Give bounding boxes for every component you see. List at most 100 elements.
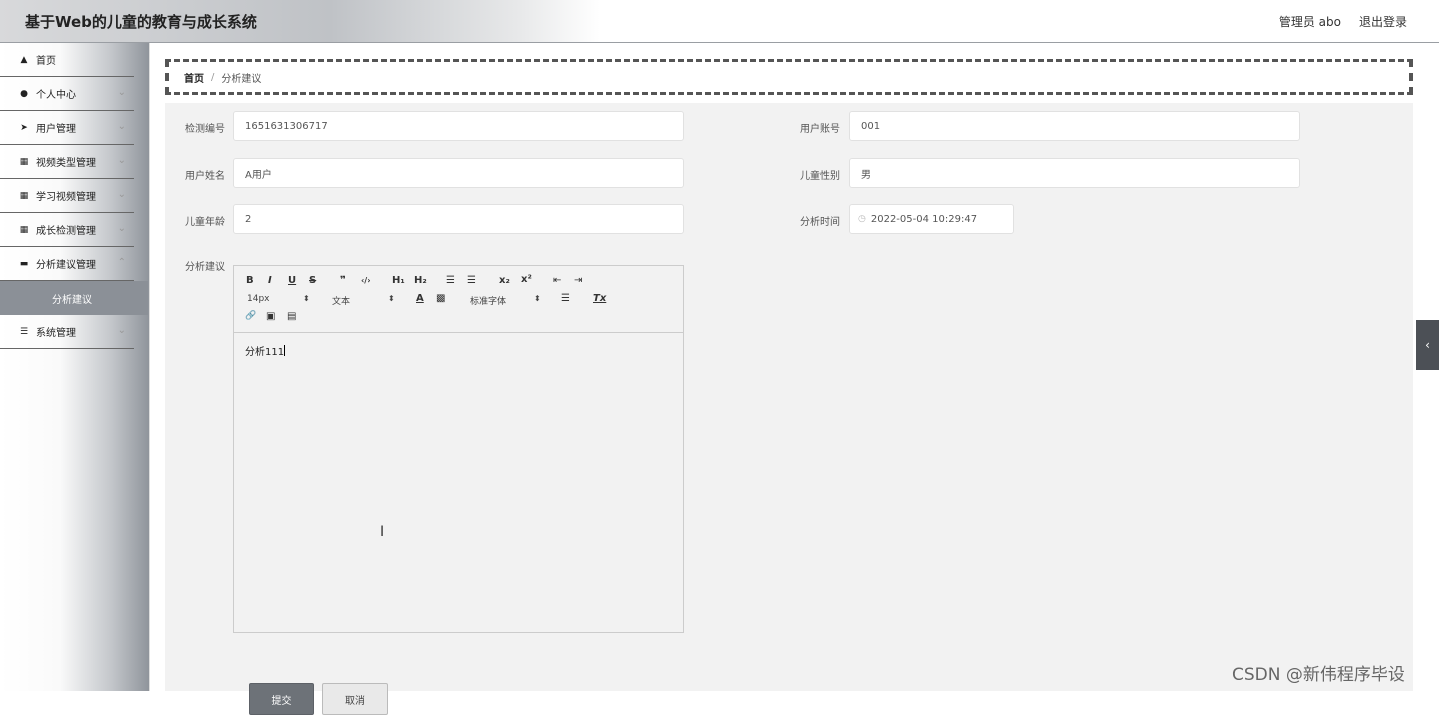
jiance-label: 检测编号 [185,124,225,135]
subscript-button[interactable]: x₂ [499,275,510,286]
list-icon: ☰ [19,326,29,337]
comment-icon: ▬ [19,258,29,269]
advice-label: 分析建议 [185,262,225,273]
ordered-list-button[interactable]: ☰ [446,275,455,286]
admin-user-label[interactable]: 管理员 abo [1279,13,1341,30]
account-input[interactable]: 001 [849,111,1300,141]
header-actions: 管理员 abo 退出登录 [1279,13,1407,30]
grid-icon: ▦ [19,156,29,167]
background-color-button[interactable]: ▩ [436,293,445,304]
select-arrow-icon: ⬍ [303,294,310,303]
sidebar-item-system-management[interactable]: ☰ 系统管理 ⌄ [0,315,134,349]
editor-content[interactable]: 分析111 [245,343,286,358]
link-icon: 🔗 [245,311,257,321]
superscript-button[interactable]: x² [521,274,532,285]
header-value: 文本 [332,297,351,307]
grid-icon: ▦ [19,190,29,201]
time-value: 2022-05-04 10:29:47 [870,213,978,225]
font-family-value: 标准字体 [470,297,507,307]
bold-button[interactable]: B [246,275,254,286]
sidebar-item-analysis-advice[interactable]: ▬ 分析建议管理 ⌃ [0,247,134,281]
heading1-button[interactable]: H₁ [392,275,405,286]
breadcrumb: 首页 / 分析建议 [165,59,1413,95]
sidebar-item-label: 学习视频管理 [36,192,96,203]
text-caret [284,345,286,356]
grid-icon: ▦ [19,224,29,235]
user-icon: ● [20,88,28,99]
sidebar-item-label: 分析建议管理 [36,260,96,271]
heading2-button[interactable]: H₂ [414,275,427,286]
sidebar-item-label: 个人中心 [36,90,76,101]
align-button[interactable]: ☰ [561,293,570,304]
advice-form: 检测编号 1651631306717 用户账号 001 用户姓名 A用户 儿童性… [165,103,1413,715]
code-block-button[interactable]: ‹/› [361,276,371,285]
italic-button[interactable]: I [268,275,272,286]
bullet-list-button[interactable]: ☰ [467,275,476,286]
collapse-panel-button[interactable]: ‹ [1416,320,1439,370]
sidebar-item-label: 用户管理 [36,124,76,135]
select-arrow-icon: ⬍ [388,294,395,303]
sidebar-item-user-management[interactable]: ➤ 用户管理 ⌄ [0,111,134,145]
font-family-select[interactable]: 标准字体 ⬍ [470,294,550,307]
name-label: 用户姓名 [185,171,225,182]
chevron-down-icon: ⌄ [117,325,126,336]
logout-link[interactable]: 退出登录 [1359,13,1407,30]
header-select[interactable]: 文本 ⬍ [332,294,402,307]
blockquote-button[interactable]: ❞ [340,275,346,286]
breadcrumb-current: 分析建议 [221,73,262,85]
account-label: 用户账号 [800,124,840,135]
chevron-down-icon: ⌄ [117,87,126,98]
app-title: 基于Web的儿童的教育与成长系统 [25,13,257,31]
underline-button[interactable]: U [288,275,296,286]
rich-text-editor: B I U S ❞ ‹/› H₁ H₂ ☰ ☰ x₂ x² ⇤ ⇥ 14px ⬍ [233,265,684,633]
gender-input[interactable]: 男 [849,158,1300,188]
chevron-down-icon: ⌄ [117,189,126,200]
font-size-select[interactable]: 14px ⬍ [247,294,317,304]
image-icon: ▣ [266,311,276,322]
text-cursor-icon: I [380,524,385,540]
image-button[interactable]: ▣ [266,311,275,322]
main-content: 首页 / 分析建议 检测编号 1651631306717 用户账号 001 用户… [150,43,1439,715]
watermark: CSDN @新伟程序毕设 [1232,665,1405,685]
send-icon: ➤ [20,122,28,133]
jiance-input[interactable]: 1651631306717 [233,111,684,141]
sidebar-item-video-type[interactable]: ▦ 视频类型管理 ⌄ [0,145,134,179]
strike-button[interactable]: S [309,275,316,286]
sidebar-item-label: 成长检测管理 [36,226,96,237]
top-header: 基于Web的儿童的教育与成长系统 管理员 abo 退出登录 [0,0,1439,43]
link-button[interactable]: 🔗 [245,311,256,321]
sidebar-item-label: 系统管理 [36,328,76,339]
sidebar: ▲ 首页 ● 个人中心 ⌄ ➤ 用户管理 ⌄ ▦ 视频类型管理 ⌄ ▦ 学习视频… [0,43,150,691]
chevron-down-icon: ⌄ [117,121,126,132]
chevron-down-icon: ⌄ [117,223,126,234]
chevron-down-icon: ⌄ [117,155,126,166]
name-input[interactable]: A用户 [233,158,684,188]
time-input[interactable]: ◷ 2022-05-04 10:29:47 [849,204,1014,234]
sidebar-item-personal-center[interactable]: ● 个人中心 ⌄ [0,77,134,111]
font-color-button[interactable]: A [416,293,424,304]
time-label: 分析时间 [800,217,840,228]
indent-button[interactable]: ⇥ [574,275,582,286]
font-size-value: 14px [247,294,270,304]
age-input[interactable]: 2 [233,204,684,234]
sidebar-subitem-analysis-advice[interactable]: 分析建议 [0,281,148,315]
video-icon: ▤ [287,311,297,322]
editor-toolbar: B I U S ❞ ‹/› H₁ H₂ ☰ ☰ x₂ x² ⇤ ⇥ 14px ⬍ [234,266,683,333]
clean-format-button[interactable]: Tx [593,293,606,304]
cancel-button[interactable]: 取消 [322,683,388,715]
select-arrow-icon: ⬍ [534,294,541,303]
age-label: 儿童年龄 [185,217,225,228]
sidebar-item-home[interactable]: ▲ 首页 [0,43,134,77]
chevron-up-icon: ⌃ [117,257,126,268]
outdent-button[interactable]: ⇤ [553,275,561,286]
editor-text: 分析111 [245,347,285,358]
sidebar-item-study-video[interactable]: ▦ 学习视频管理 ⌄ [0,179,134,213]
home-icon: ▲ [20,54,28,65]
clock-icon: ◷ [858,214,866,224]
sidebar-item-label: 首页 [36,56,56,67]
sidebar-item-growth-detection[interactable]: ▦ 成长检测管理 ⌄ [0,213,134,247]
video-button[interactable]: ▤ [287,311,296,322]
sidebar-item-label: 视频类型管理 [36,158,96,169]
submit-button[interactable]: 提交 [249,683,314,715]
breadcrumb-home[interactable]: 首页 [184,70,204,85]
